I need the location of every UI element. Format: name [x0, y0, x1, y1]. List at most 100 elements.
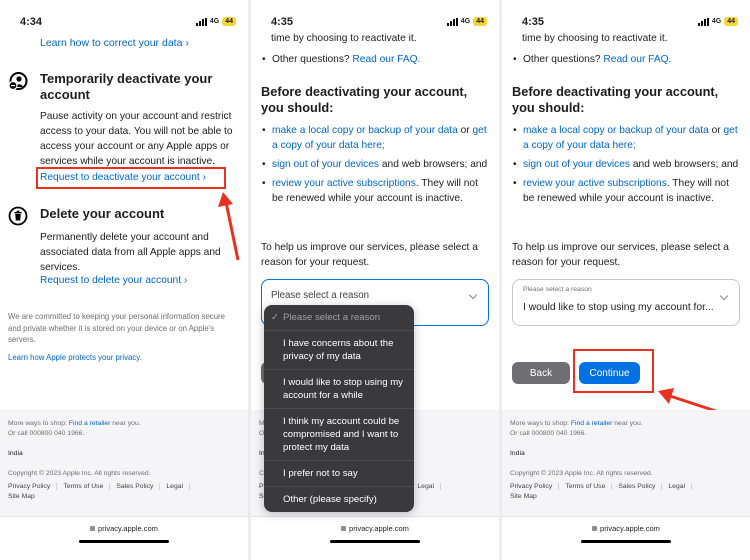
dropdown-option-placeholder[interactable]: ✓ Please select a reason: [264, 305, 414, 330]
site-map-link[interactable]: Site Map: [510, 493, 537, 500]
faq-link[interactable]: Read our FAQ.: [352, 54, 420, 65]
url-text: privacy.apple.com: [349, 524, 409, 533]
review-subscriptions-link[interactable]: review your active subscriptions: [523, 178, 667, 189]
status-time: 4:35: [271, 16, 294, 28]
url-bar[interactable]: privacy.apple.com: [502, 524, 750, 533]
sign-out-devices-link[interactable]: sign out of your devices: [272, 159, 379, 170]
legal-link[interactable]: Legal: [662, 483, 693, 490]
battery-icon: 44: [222, 17, 236, 26]
home-indicator[interactable]: [581, 540, 671, 543]
privacy-policy-link[interactable]: Privacy Policy: [510, 483, 560, 490]
annotation-highlight-box: [573, 349, 654, 393]
privacy-policy-link[interactable]: Privacy Policy: [8, 483, 58, 490]
site-map-link[interactable]: Site Map: [8, 493, 35, 500]
url-bar[interactable]: privacy.apple.com: [0, 524, 248, 533]
terms-of-use-link[interactable]: Terms of Use: [57, 483, 111, 490]
shop-prefix: More ways to shop:: [510, 420, 571, 427]
signal-icon: [195, 17, 207, 26]
shop-line: More ways to shop: Find a retailer near …: [510, 420, 643, 427]
chevron-down-icon: [719, 291, 729, 301]
before-deactivating-heading: Before deactivating your account, you sh…: [512, 84, 719, 115]
network-type: 4G: [209, 18, 220, 25]
dropdown-option-compromised[interactable]: I think my account could be compromised …: [264, 408, 414, 460]
url-text: privacy.apple.com: [98, 524, 158, 533]
signal-icon: [697, 17, 709, 26]
checklist-item: make a local copy or backup of your data…: [512, 123, 742, 153]
delete-title: Delete your account: [40, 206, 165, 221]
faq-link[interactable]: Read our FAQ.: [603, 54, 671, 65]
dropdown-option-stop-using[interactable]: I would like to stop using my account fo…: [264, 369, 414, 408]
bullet-text: and web browsers; and: [630, 159, 739, 170]
request-delete-link[interactable]: Request to delete your account ›: [40, 274, 187, 288]
faq-bullet: Other questions? Read our FAQ.: [512, 52, 742, 67]
faq-prefix: Other questions?: [272, 54, 353, 65]
reason-select[interactable]: Please select a reason I would like to s…: [512, 279, 740, 326]
reactivate-text: time by choosing to reactivate it.: [271, 33, 417, 44]
legal-link[interactable]: Legal: [411, 483, 442, 490]
reactivate-text: time by choosing to reactivate it.: [522, 33, 668, 44]
checklist-item: sign out of your devices and web browser…: [261, 157, 491, 172]
deactivate-title: Temporarily deactivate your account: [40, 71, 213, 102]
correct-data-link[interactable]: Learn how to correct your data ›: [40, 37, 189, 49]
status-bar: 4:34 4G 44: [0, 12, 248, 30]
call-line: Or call 000800 040 1966.: [8, 430, 85, 437]
country-label[interactable]: India: [8, 450, 23, 457]
terms-of-use-link[interactable]: Terms of Use: [559, 483, 613, 490]
url-text: privacy.apple.com: [600, 524, 660, 533]
deactivate-account-icon: [8, 72, 28, 91]
bullet-text: and web browsers; and: [379, 159, 488, 170]
option-label: Please select a reason: [283, 312, 381, 323]
shop-prefix: More ways to shop:: [8, 420, 69, 427]
find-retailer-link[interactable]: Find a retailer: [69, 420, 111, 427]
checklist-item: make a local copy or backup of your data…: [261, 123, 491, 153]
lock-icon: [90, 526, 96, 531]
back-button[interactable]: Back: [512, 362, 570, 384]
battery-icon: 44: [473, 17, 487, 26]
lock-icon: [341, 526, 347, 531]
network-type: 4G: [460, 18, 471, 25]
status-time: 4:35: [522, 16, 545, 28]
dropdown-option-prefer-not-say[interactable]: I prefer not to say: [264, 460, 414, 486]
review-subscriptions-link[interactable]: review your active subscriptions: [272, 178, 416, 189]
home-indicator[interactable]: [330, 540, 420, 543]
copyright: Copyright © 2023 Apple Inc. All rights r…: [510, 470, 653, 477]
reason-select-value: I would like to stop using my account fo…: [523, 302, 714, 313]
checklist: make a local copy or backup of your data…: [512, 123, 742, 210]
bullet-text: or: [708, 125, 724, 136]
privacy-learn-link[interactable]: Learn how Apple protects your privacy.: [8, 353, 142, 362]
bullet-text: or: [457, 125, 473, 136]
status-time: 4:34: [20, 16, 43, 28]
footer: More ways to shop: Find a retailer near …: [0, 410, 248, 517]
backup-data-link[interactable]: make a local copy or backup of your data: [272, 125, 458, 136]
shop-suffix: near you.: [110, 420, 141, 427]
call-line: Or call 000800 040 1966.: [510, 430, 587, 437]
shop-line: More ways to shop: Find a retailer near …: [8, 420, 141, 427]
sales-policy-link[interactable]: Sales Policy: [110, 483, 161, 490]
privacy-commitment-text: We are committed to keeping your persona…: [8, 312, 225, 344]
status-bar: 4:35 4G 44: [502, 12, 750, 30]
sales-policy-link[interactable]: Sales Policy: [612, 483, 663, 490]
before-deactivating-heading: Before deactivating your account, you sh…: [261, 84, 468, 115]
url-bar[interactable]: privacy.apple.com: [251, 524, 499, 533]
sign-out-devices-link[interactable]: sign out of your devices: [523, 159, 630, 170]
dropdown-option-other[interactable]: Other (please specify): [264, 486, 414, 512]
faq-prefix: Other questions?: [523, 54, 604, 65]
backup-data-link[interactable]: make a local copy or backup of your data: [523, 125, 709, 136]
legal-link[interactable]: Legal: [160, 483, 191, 490]
find-retailer-link[interactable]: Find a retailer: [571, 420, 613, 427]
screen-3-continue: 4:35 4G 44 time by choosing to reactivat…: [502, 0, 750, 560]
copyright: Copyright © 2023 Apple Inc. All rights r…: [8, 470, 151, 477]
annotation-highlight-box: [36, 167, 226, 189]
reason-select-placeholder: Please select a reason: [271, 290, 370, 301]
dropdown-option-privacy-concerns[interactable]: I have concerns about the privacy of my …: [264, 330, 414, 369]
checklist-item: review your active subscriptions. They w…: [261, 176, 491, 206]
status-bar: 4:35 4G 44: [251, 12, 499, 30]
footer-links: Privacy Policy Terms of Use Sales Policy…: [8, 483, 191, 490]
checklist-item: review your active subscriptions. They w…: [512, 176, 742, 206]
chevron-down-icon: [468, 290, 478, 300]
reason-prompt: To help us improve our services, please …: [512, 242, 729, 268]
reason-prompt: To help us improve our services, please …: [261, 242, 478, 268]
country-label[interactable]: India: [510, 450, 525, 457]
deactivate-description: Pause activity on your account and restr…: [40, 111, 233, 167]
home-indicator[interactable]: [79, 540, 169, 543]
